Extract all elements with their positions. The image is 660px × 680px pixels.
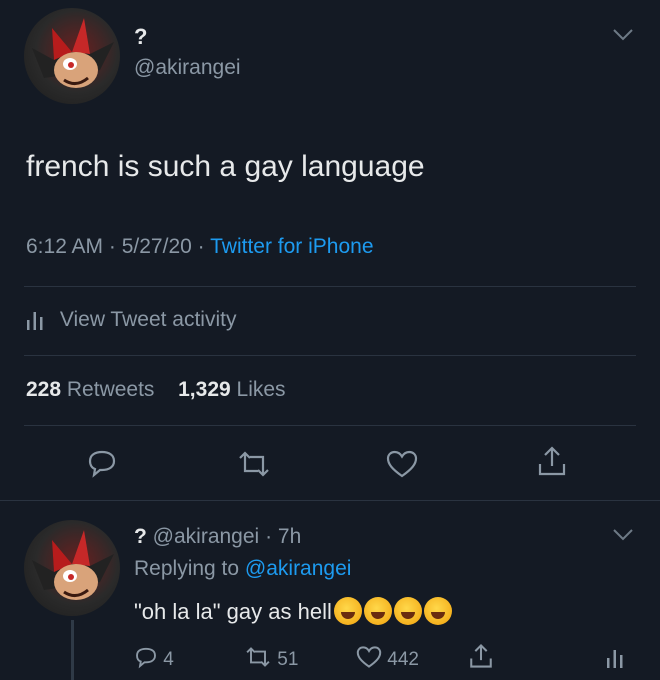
retweet-icon xyxy=(244,645,272,675)
like-count: 442 xyxy=(387,649,419,670)
analytics-icon xyxy=(26,308,44,336)
divider xyxy=(24,286,636,287)
view-activity-label: View Tweet activity xyxy=(59,308,237,331)
rofl-emoji xyxy=(423,597,452,625)
rofl-emoji xyxy=(393,597,422,625)
reply-time[interactable]: 7h xyxy=(278,525,301,548)
reply-like-button[interactable]: 442 xyxy=(356,645,419,675)
reply-text-line: "oh la la" gay as hell xyxy=(134,597,452,625)
divider xyxy=(24,355,636,356)
heart-icon xyxy=(356,645,382,675)
retweet-icon[interactable] xyxy=(236,449,272,479)
handle[interactable]: @akirangei xyxy=(134,56,241,80)
reply-handle[interactable]: @akirangei xyxy=(153,525,260,548)
reply-count: 4 xyxy=(163,649,174,670)
reply-retweet-button[interactable]: 51 xyxy=(244,645,298,675)
analytics-icon[interactable] xyxy=(606,645,624,669)
tweet-time: 6:12 AM xyxy=(26,235,104,258)
display-name[interactable]: ? xyxy=(134,24,147,50)
reply-reply-button[interactable]: 4 xyxy=(134,645,174,675)
avatar[interactable] xyxy=(24,8,120,104)
avatar[interactable] xyxy=(24,520,120,616)
tweet-stats: 228 Retweets 1,329 Likes xyxy=(26,378,286,402)
reply-icon[interactable] xyxy=(86,447,118,479)
thread-line xyxy=(71,620,74,680)
crying-laughing-emoji xyxy=(363,597,392,625)
retweet-count: 51 xyxy=(277,649,299,670)
replying-to-handle[interactable]: @akirangei xyxy=(245,557,352,580)
retweets-stat[interactable]: 228 Retweets xyxy=(26,378,160,401)
reply-header: ? @akirangei · 7h xyxy=(134,525,302,548)
share-icon[interactable] xyxy=(536,444,568,478)
share-icon[interactable] xyxy=(468,642,494,670)
divider xyxy=(24,425,636,426)
chevron-down-icon[interactable] xyxy=(612,528,634,542)
chevron-down-icon[interactable] xyxy=(612,28,634,42)
tweet-date: 5/27/20 xyxy=(121,235,192,258)
divider xyxy=(0,500,660,501)
reply-text: "oh la la" gay as hell xyxy=(134,599,332,624)
tweet-text: french is such a gay language xyxy=(26,150,425,183)
heart-icon[interactable] xyxy=(386,449,418,479)
tweet-source[interactable]: Twitter for iPhone xyxy=(210,235,373,258)
crying-laughing-emoji xyxy=(333,597,362,625)
likes-stat[interactable]: 1,329 Likes xyxy=(178,378,285,401)
tweet-meta: 6:12 AM · 5/27/20 · Twitter for iPhone xyxy=(26,235,374,258)
replying-to: Replying to @akirangei xyxy=(134,557,352,580)
reply-display-name[interactable]: ? xyxy=(134,525,147,548)
reply-icon xyxy=(134,645,158,675)
view-activity-link[interactable]: View Tweet activity xyxy=(26,308,236,336)
